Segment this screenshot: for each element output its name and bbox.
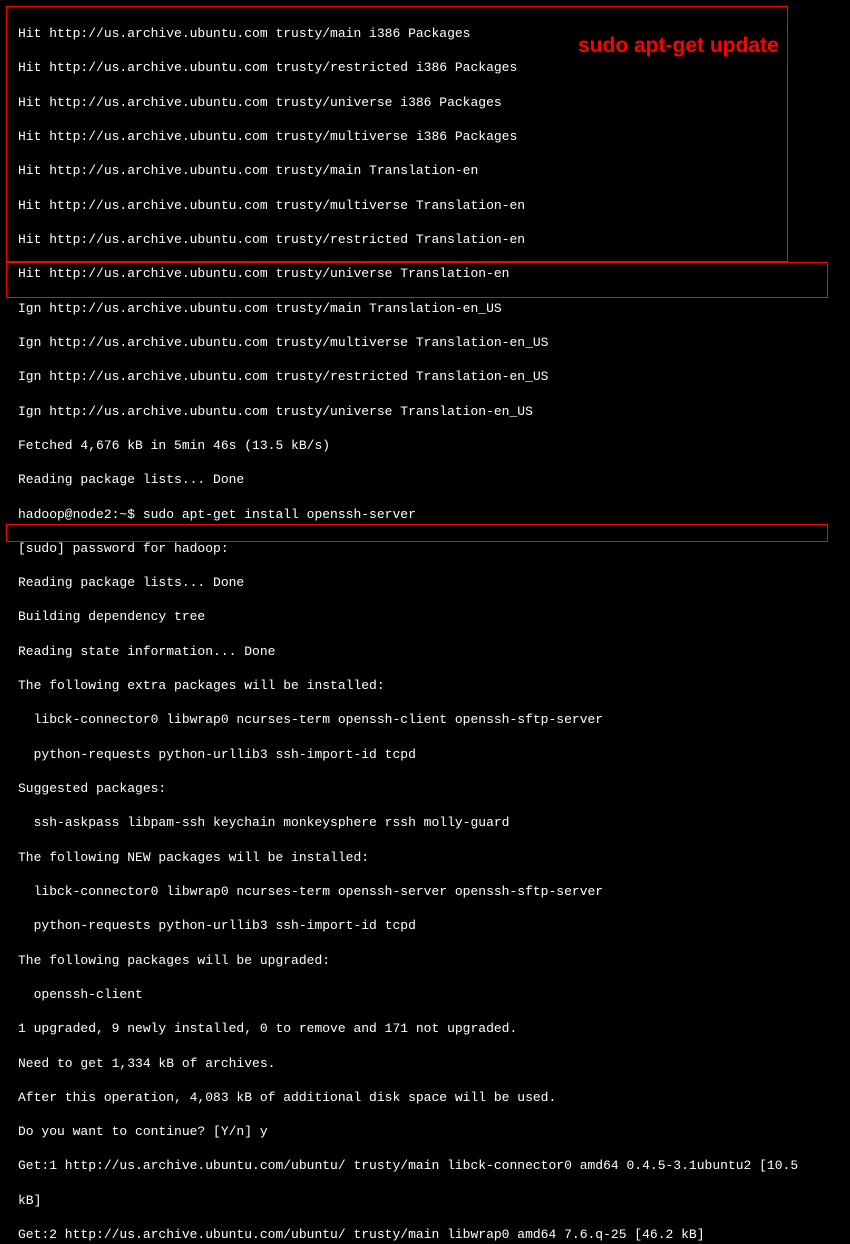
terminal-line: [sudo] password for hadoop: xyxy=(18,540,846,557)
terminal-line: Reading state information... Done xyxy=(18,643,846,660)
terminal-line: Get:2 http://us.archive.ubuntu.com/ubunt… xyxy=(18,1226,846,1243)
terminal-line: Building dependency tree xyxy=(18,608,846,625)
terminal-line: The following extra packages will be ins… xyxy=(18,677,846,694)
terminal-line: kB] xyxy=(18,1192,846,1209)
terminal-line: Need to get 1,334 kB of archives. xyxy=(18,1055,846,1072)
terminal-line: Ign http://us.archive.ubuntu.com trusty/… xyxy=(18,368,846,385)
terminal-line: Do you want to continue? [Y/n] y xyxy=(18,1123,846,1140)
terminal-line: Hit http://us.archive.ubuntu.com trusty/… xyxy=(18,265,846,282)
terminal-line: Ign http://us.archive.ubuntu.com trusty/… xyxy=(18,300,846,317)
terminal-line: libck-connector0 libwrap0 ncurses-term o… xyxy=(18,883,846,900)
terminal-line: The following packages will be upgraded: xyxy=(18,952,846,969)
terminal-line: python-requests python-urllib3 ssh-impor… xyxy=(18,746,846,763)
terminal-line: libck-connector0 libwrap0 ncurses-term o… xyxy=(18,711,846,728)
terminal-line: ssh-askpass libpam-ssh keychain monkeysp… xyxy=(18,814,846,831)
terminal-line: Hit http://us.archive.ubuntu.com trusty/… xyxy=(18,197,846,214)
terminal-line: python-requests python-urllib3 ssh-impor… xyxy=(18,917,846,934)
terminal-line: 1 upgraded, 9 newly installed, 0 to remo… xyxy=(18,1020,846,1037)
terminal-line: Reading package lists... Done xyxy=(18,574,846,591)
terminal-line: Hit http://us.archive.ubuntu.com trusty/… xyxy=(18,94,846,111)
terminal-line: hadoop@node2:~$ sudo apt-get install ope… xyxy=(18,506,846,523)
terminal-line: Get:1 http://us.archive.ubuntu.com/ubunt… xyxy=(18,1157,846,1174)
terminal-line: Hit http://us.archive.ubuntu.com trusty/… xyxy=(18,128,846,145)
terminal-line: Reading package lists... Done xyxy=(18,471,846,488)
terminal-line: Hit http://us.archive.ubuntu.com trusty/… xyxy=(18,231,846,248)
terminal-line: Hit http://us.archive.ubuntu.com trusty/… xyxy=(18,162,846,179)
terminal-line: Suggested packages: xyxy=(18,780,846,797)
terminal-line: Ign http://us.archive.ubuntu.com trusty/… xyxy=(18,403,846,420)
terminal-output: Hit http://us.archive.ubuntu.com trusty/… xyxy=(4,8,846,1244)
terminal-line: Ign http://us.archive.ubuntu.com trusty/… xyxy=(18,334,846,351)
terminal-line: Hit http://us.archive.ubuntu.com trusty/… xyxy=(18,59,846,76)
terminal-line: openssh-client xyxy=(18,986,846,1003)
terminal-line: After this operation, 4,083 kB of additi… xyxy=(18,1089,846,1106)
terminal-line: The following NEW packages will be insta… xyxy=(18,849,846,866)
annotation-label: sudo apt-get update xyxy=(578,32,779,60)
terminal-line: Fetched 4,676 kB in 5min 46s (13.5 kB/s) xyxy=(18,437,846,454)
